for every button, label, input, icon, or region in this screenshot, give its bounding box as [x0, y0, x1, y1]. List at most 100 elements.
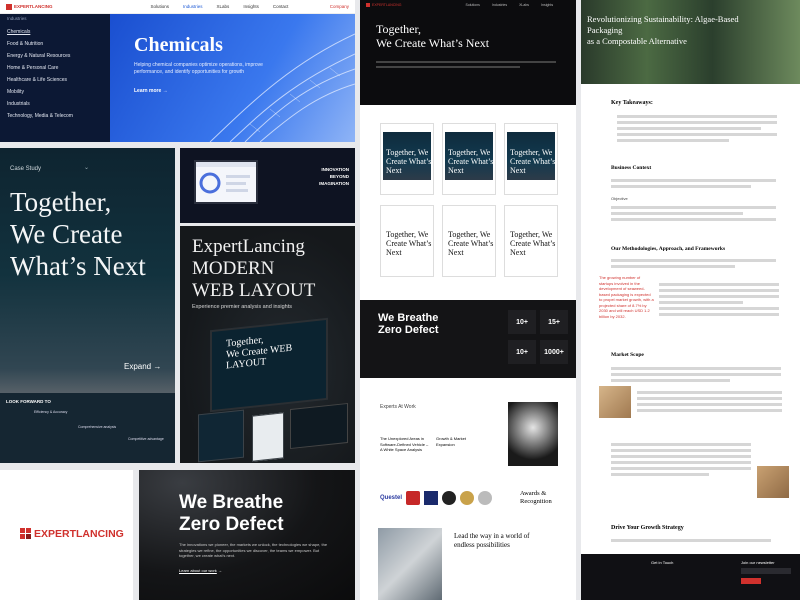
tile-3[interactable]: Together, We Create What’s Next: [504, 123, 558, 195]
footer-newsletter: Join our newsletter: [741, 560, 775, 565]
innovation-line-1: INNOVATION: [321, 167, 349, 172]
homepage-hero: EXPERTLANCING Solutions Industries XLabs…: [360, 0, 576, 105]
chemicals-page-preview: EXPERTLANCING Solutions Industries XLabs…: [0, 0, 355, 142]
learn-more-link[interactable]: Learn more →: [134, 88, 168, 94]
nav-solutions[interactable]: Solutions: [466, 3, 480, 7]
hero-line-2: We Create What’s Next: [376, 36, 490, 50]
efficiency-label: Efficiency & Accuracy: [34, 410, 68, 414]
methodologies-heading: Our Methodologies, Approach, and Framewo…: [611, 246, 726, 252]
article-card-2[interactable]: Growth & Market Expansion: [436, 436, 476, 447]
arrow-right-icon: →: [153, 362, 162, 371]
awards-heading: Awards & Recognition: [520, 490, 552, 506]
nav-xlabs[interactable]: XLabs: [519, 3, 529, 7]
industry-item[interactable]: Home & Personal Care: [7, 65, 103, 71]
look-forward-section: LOOK FORWARD TO Efficiency & Accuracy Co…: [0, 393, 175, 463]
nav-company[interactable]: Company: [330, 4, 349, 9]
nav-solutions[interactable]: Solutions: [151, 4, 170, 9]
innovation-line-3: IMAGINATION: [319, 181, 349, 186]
innovation-banner: INNOVATION BEYOND IMAGINATION: [180, 148, 355, 223]
trophy-image: [508, 402, 558, 466]
industry-item[interactable]: Energy & Natural Resources: [7, 53, 103, 59]
stat-3: 10+: [508, 340, 536, 364]
nav-industries[interactable]: Industries: [183, 4, 203, 9]
packaging-image-2: [757, 466, 789, 498]
industry-item[interactable]: Chemicals: [7, 29, 103, 35]
tablet-mockup: [198, 409, 244, 463]
title-line-1: Together,: [10, 187, 112, 217]
modern-line-1: ExpertLancing: [192, 236, 305, 257]
tile-title: Together, We Create What’s Next: [510, 230, 556, 257]
business-context-heading: Business Context: [611, 165, 652, 171]
look-forward-heading: LOOK FORWARD TO: [6, 399, 51, 404]
nav-contact[interactable]: Contact: [273, 4, 289, 9]
footer-touch: Get in Touch: [651, 560, 674, 565]
zero-defect-stats: We Breathe Zero Defect 10+ 15+ 10+ 1000+: [360, 300, 576, 378]
case-study-card: Case Study ⌄ Together, We Create What’s …: [0, 148, 175, 463]
modern-title: ExpertLancing MODERN WEB LAYOUT: [192, 236, 315, 302]
award-badge-icon: [406, 491, 421, 505]
innovation-line-2: BEYOND: [329, 174, 349, 179]
awards-line-2: Recognition: [520, 498, 552, 505]
mid-navbar: EXPERTLANCING Solutions Industries XLabs…: [360, 0, 576, 10]
newsletter-input[interactable]: [741, 568, 791, 574]
hero-title: Chemicals: [134, 34, 223, 56]
lead-line-1: Lead the way in a world of: [454, 532, 530, 540]
industry-item[interactable]: Food & Nutrition: [7, 41, 103, 47]
industry-item[interactable]: Technology, Media & Telecom: [7, 113, 103, 119]
industries-list: Chemicals Food & Nutrition Energy & Natura…: [7, 29, 103, 119]
tile-title: Together, We Create What’s Next: [386, 230, 432, 257]
expand-button[interactable]: Expand →: [124, 362, 161, 371]
tile-4[interactable]: Together, We Create What’s Next: [380, 205, 434, 277]
zero-line-2: Zero Defect: [179, 514, 284, 535]
subscribe-button[interactable]: [741, 578, 761, 584]
learn-about-label: Learn about our work: [179, 568, 217, 573]
nav-xlabs[interactable]: XLabs: [217, 4, 230, 9]
lead-heading: Lead the way in a world of endless possi…: [454, 532, 529, 550]
comprehensive-label: Comprehensive analysis: [78, 425, 117, 429]
title-line-3: What’s Next: [10, 251, 146, 281]
article-footer: Get in Touch Join our newsletter: [581, 554, 800, 600]
tile-2[interactable]: Together, We Create What’s Next: [442, 123, 496, 195]
title-line-2: We Create: [10, 219, 123, 249]
awards-line-1: Awards &: [520, 490, 547, 497]
drive-growth-heading: Drive Your Growth Strategy: [611, 525, 684, 531]
nav-industries[interactable]: Industries: [492, 3, 507, 7]
innovation-heading: INNOVATION BEYOND IMAGINATION: [319, 166, 349, 187]
chemicals-hero: Chemicals Helping chemical companies opt…: [110, 14, 355, 142]
tile-title: Together, We Create What’s Next: [448, 230, 494, 257]
nav-insights[interactable]: Insights: [541, 3, 553, 7]
article-card-1[interactable]: The Unexplored Areas in Software-Defined…: [380, 436, 430, 453]
tile-title: Together, We Create What’s Next: [386, 148, 432, 175]
award-badge-icon: [424, 491, 439, 505]
tile-1[interactable]: Together, We Create What’s Next: [380, 123, 434, 195]
pull-quote: The growing number of startups involved …: [599, 275, 654, 319]
modern-subtitle: Experience premier analysis and insights: [192, 304, 292, 310]
learn-about-link[interactable]: Learn about our work →: [179, 568, 222, 573]
stat-1: 10+: [508, 310, 536, 334]
case-study-title: Together, We Create What’s Next: [10, 186, 146, 282]
tile-6[interactable]: Together, We Create What’s Next: [504, 205, 558, 277]
award-logos: Questel: [380, 491, 493, 505]
dashboard-mockup: [194, 160, 258, 204]
brand-logo[interactable]: EXPERTLANCING: [6, 3, 53, 10]
tile-title: Together, We Create What’s Next: [510, 148, 556, 175]
brand-logo[interactable]: EXPERTLANCING: [366, 3, 402, 8]
zero-defect-banner: We Breathe Zero Defect The innovations w…: [139, 470, 355, 600]
chart-graphic: [199, 172, 250, 194]
modern-line-2: MODERN: [192, 258, 275, 279]
zero-stats-title: We Breathe Zero Defect: [378, 312, 439, 336]
key-takeaways-heading: Key Takeaways:: [611, 100, 653, 106]
hero-description: Helping chemical companies optimize oper…: [134, 62, 263, 75]
homepage-hero-title: Together, We Create What’s Next: [376, 22, 489, 50]
nav-insights[interactable]: Insights: [243, 4, 259, 9]
tile-5[interactable]: Together, We Create What’s Next: [442, 205, 496, 277]
industry-item[interactable]: Industrials: [7, 101, 103, 107]
award-badge-icon: [478, 491, 493, 505]
stat-2: 15+: [540, 310, 568, 334]
experts-section: Experts At Work The Unexplored Areas in …: [360, 378, 576, 600]
industry-item[interactable]: Healthcare & Life Sciences: [7, 77, 103, 83]
brand-wordmark: EXPERTLANCING: [34, 528, 124, 540]
industry-item[interactable]: Mobility: [7, 89, 103, 95]
zero-stats-line-2: Zero Defect: [378, 324, 439, 336]
tile-grid: Together, We Create What’s Next Together…: [360, 105, 576, 300]
